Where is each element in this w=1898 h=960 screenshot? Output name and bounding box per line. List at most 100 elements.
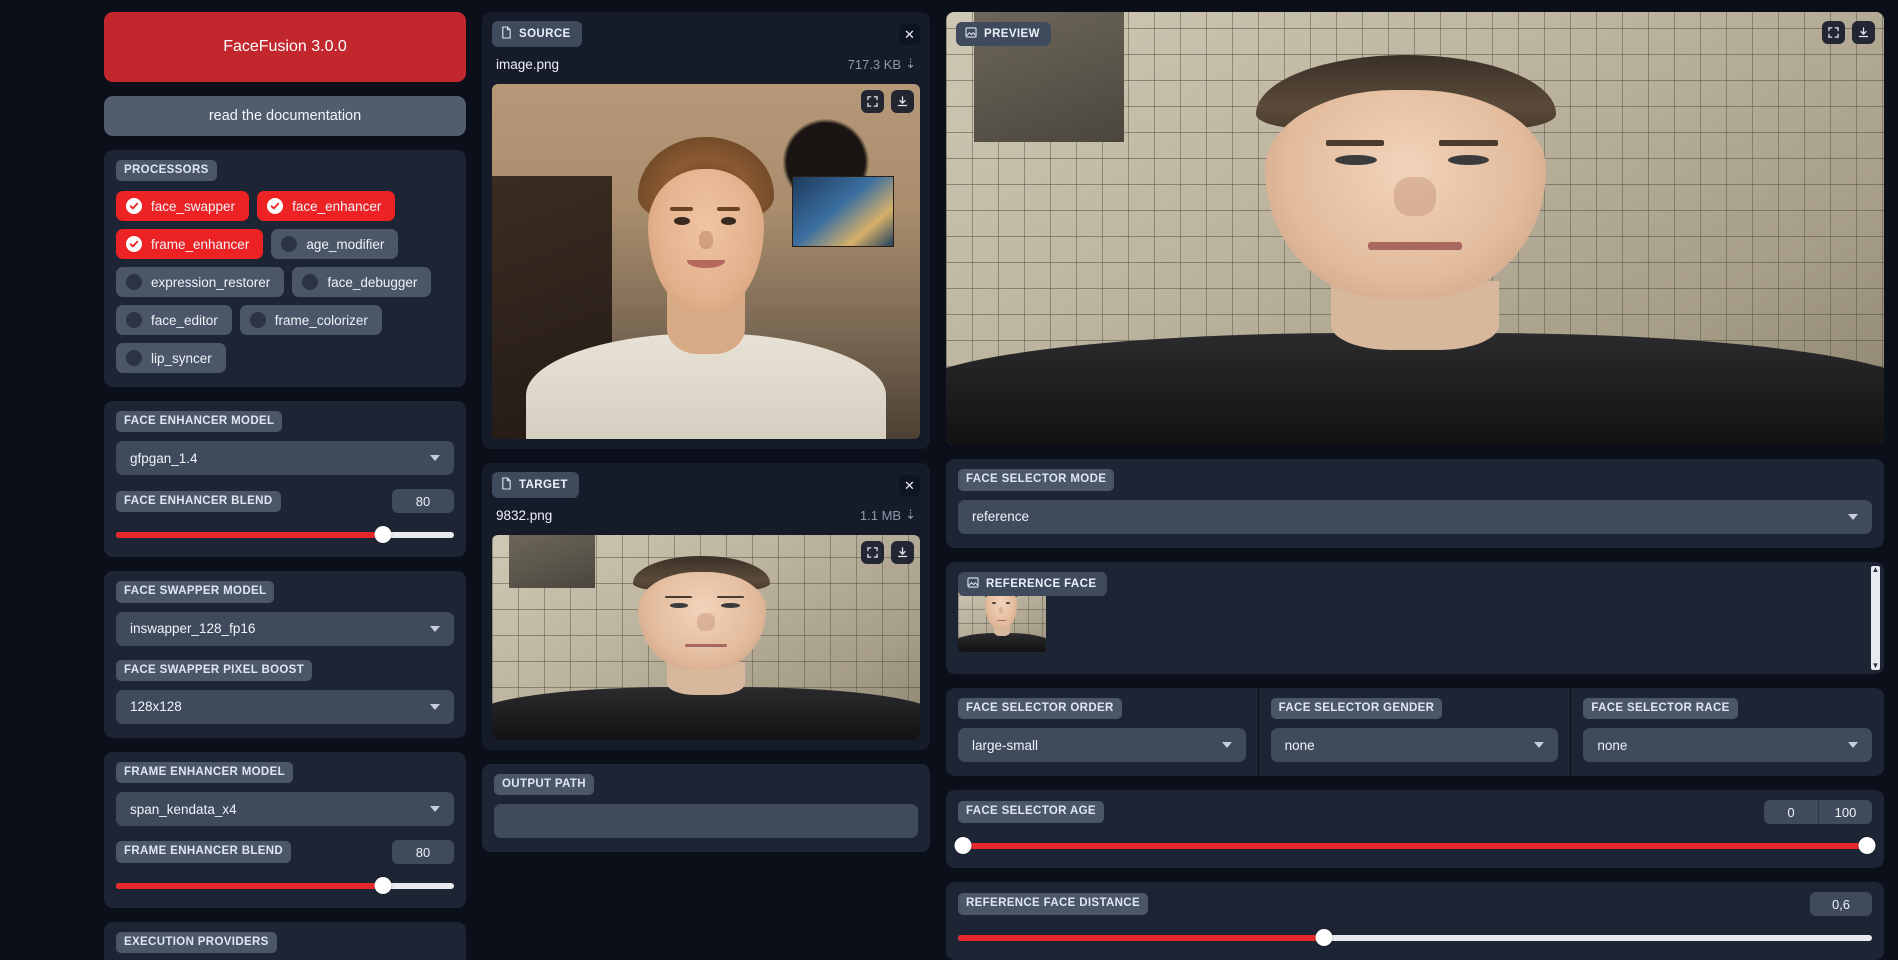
face-selector-age-panel: FACE SELECTOR AGE 0 100 <box>946 790 1884 868</box>
target-file-size-group: 1.1 MB ⇣ <box>860 507 916 523</box>
output-path-input[interactable] <box>494 804 918 839</box>
download-arrow-icon[interactable]: ⇣ <box>905 56 916 72</box>
frame-enhancer-blend-value[interactable]: 80 <box>392 840 454 865</box>
frame-enhancer-model-label: FRAME ENHANCER MODEL <box>116 761 293 784</box>
download-icon[interactable] <box>891 541 914 564</box>
face-swapper-model-select[interactable]: inswapper_128_fp16 <box>116 611 454 646</box>
scroll-up-icon[interactable]: ▲ <box>1872 565 1880 574</box>
chevron-down-icon <box>430 625 440 632</box>
reference-face-panel: REFERENCE FACE ▲ ▼ <box>946 561 1884 674</box>
read-documentation-button[interactable]: read the documentation <box>104 96 466 136</box>
fullscreen-icon[interactable] <box>861 90 884 113</box>
frame-enhancer-blend-slider[interactable] <box>116 877 454 895</box>
slider-knob-max[interactable] <box>1858 837 1876 854</box>
face-selector-race-select[interactable]: none <box>1583 728 1872 762</box>
face-enhancer-panel: FACE ENHANCER MODEL gfpgan_1.4 FACE ENHA… <box>104 401 466 558</box>
preview-tag-label: PREVIEW <box>984 28 1040 40</box>
face-selector-order-select[interactable]: large-small <box>958 728 1246 762</box>
face-selector-age-max[interactable]: 100 <box>1818 800 1872 824</box>
processors-panel: PROCESSORS face_swapper face_enhancer fr… <box>104 150 466 388</box>
processor-label: lip_syncer <box>151 350 212 366</box>
target-image[interactable] <box>492 535 920 740</box>
source-close-button[interactable]: ✕ <box>899 23 920 45</box>
slider-fill <box>116 532 384 539</box>
preview-column: PREVIEW FACE SELECTOR MODE reference REF… <box>946 12 1884 960</box>
processor-chip-lip-syncer[interactable]: lip_syncer <box>116 343 226 374</box>
face-selector-age-min[interactable]: 0 <box>1764 800 1818 824</box>
unchecked-circle-icon <box>126 350 142 367</box>
processor-chip-face-swapper[interactable]: face_swapper <box>116 191 250 222</box>
face-selector-race-value: none <box>1597 737 1628 753</box>
target-tag-label: TARGET <box>519 479 568 491</box>
face-enhancer-blend-slider[interactable] <box>116 526 454 544</box>
processor-label: face_enhancer <box>292 198 382 214</box>
face-enhancer-blend-value[interactable]: 80 <box>392 489 454 514</box>
face-enhancer-model-select[interactable]: gfpgan_1.4 <box>116 441 454 476</box>
face-selector-gender-select[interactable]: none <box>1270 728 1559 762</box>
reference-face-distance-slider[interactable] <box>958 929 1872 946</box>
frame-enhancer-blend-label: FRAME ENHANCER BLEND <box>116 841 292 863</box>
source-panel: SOURCE ✕ image.png 717.3 KB ⇣ <box>482 12 930 449</box>
preview-photo <box>946 12 1884 446</box>
target-tag: TARGET <box>492 472 579 498</box>
frame-enhancer-panel: FRAME ENHANCER MODEL span_kendata_x4 FRA… <box>104 751 466 909</box>
download-icon[interactable] <box>1852 21 1875 44</box>
scroll-down-icon[interactable]: ▼ <box>1872 661 1880 670</box>
face-selector-mode-select[interactable]: reference <box>958 499 1872 534</box>
target-file-size: 1.1 MB <box>859 507 902 523</box>
face-selector-mode-value: reference <box>972 509 1030 525</box>
preview-panel[interactable]: PREVIEW <box>946 12 1884 446</box>
frame-enhancer-model-select[interactable]: span_kendata_x4 <box>116 792 454 827</box>
processor-chip-frame-colorizer[interactable]: frame_colorizer <box>239 305 382 336</box>
processor-chip-face-enhancer[interactable]: face_enhancer <box>257 191 396 222</box>
face-selector-race-group: FACE SELECTOR RACE none <box>1571 688 1884 776</box>
slider-knob[interactable] <box>374 877 392 895</box>
file-icon <box>501 26 512 42</box>
download-icon[interactable] <box>891 90 914 113</box>
slider-knob[interactable] <box>374 526 392 544</box>
processor-label: face_debugger <box>327 274 418 290</box>
download-arrow-icon[interactable]: ⇣ <box>905 507 916 523</box>
face-enhancer-blend-label: FACE ENHANCER BLEND <box>116 490 281 513</box>
processor-label: face_swapper <box>151 198 236 214</box>
output-path-label: OUTPUT PATH <box>494 774 594 796</box>
face-selector-mode-label: FACE SELECTOR MODE <box>958 469 1115 491</box>
execution-providers-panel: EXECUTION PROVIDERS <box>104 922 466 960</box>
reference-face-label: REFERENCE FACE <box>986 577 1097 590</box>
target-close-button[interactable]: ✕ <box>899 474 920 496</box>
app-title-banner[interactable]: FaceFusion 3.0.0 <box>104 12 466 82</box>
slider-knob[interactable] <box>1315 929 1333 946</box>
slider-fill <box>963 843 1867 849</box>
face-selector-gender-value: none <box>1284 737 1315 753</box>
processor-chip-face-debugger[interactable]: face_debugger <box>292 267 432 298</box>
processor-chip-expression-restorer[interactable]: expression_restorer <box>116 267 285 298</box>
preview-tag: PREVIEW <box>956 22 1051 46</box>
fullscreen-icon[interactable] <box>861 541 884 564</box>
processors-chip-list: face_swapper face_enhancer frame_enhance… <box>116 191 454 374</box>
processor-chip-face-editor[interactable]: face_editor <box>116 305 232 336</box>
source-image[interactable] <box>492 84 920 439</box>
face-swapper-pixel-boost-value: 128x128 <box>130 699 182 715</box>
face-selector-gender-label: FACE SELECTOR GENDER <box>1270 697 1443 719</box>
processor-chip-age-modifier[interactable]: age_modifier <box>271 229 399 260</box>
check-icon <box>267 198 284 215</box>
target-image-tools <box>861 541 914 564</box>
face-swapper-pixel-boost-select[interactable]: 128x128 <box>116 689 454 724</box>
app-title: FaceFusion 3.0.0 <box>223 38 347 55</box>
reference-face-distance-value[interactable]: 0,6 <box>1810 892 1872 916</box>
face-selector-gender-group: FACE SELECTOR GENDER none <box>1259 687 1572 776</box>
processor-label: frame_colorizer <box>274 312 368 328</box>
processor-chip-frame-enhancer[interactable]: frame_enhancer <box>116 229 264 260</box>
unchecked-circle-icon <box>281 236 298 253</box>
processor-label: age_modifier <box>306 236 385 252</box>
reference-face-distance-panel: REFERENCE FACE DISTANCE 0,6 <box>946 882 1884 960</box>
chevron-down-icon <box>1221 742 1232 748</box>
source-file-size: 717.3 KB <box>847 56 902 72</box>
face-selector-order-value: large-small <box>972 737 1039 753</box>
preview-tools <box>1822 21 1875 44</box>
face-selector-age-slider[interactable] <box>954 837 1876 854</box>
reference-face-scrollbar[interactable]: ▲ ▼ <box>1871 565 1880 670</box>
chevron-down-icon <box>1848 513 1858 520</box>
slider-knob-min[interactable] <box>954 837 972 854</box>
fullscreen-icon[interactable] <box>1822 21 1845 44</box>
